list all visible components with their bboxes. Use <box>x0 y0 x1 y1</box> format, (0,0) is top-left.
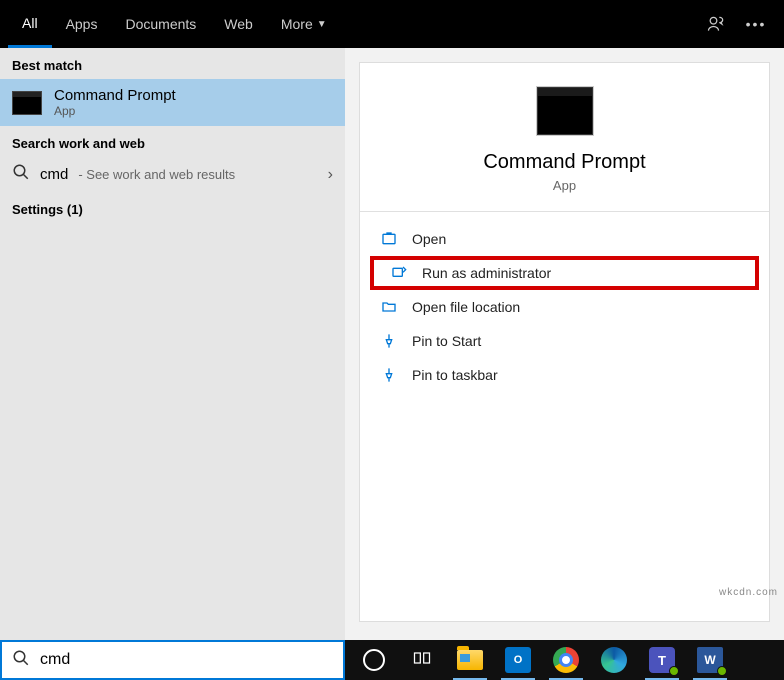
folder-icon <box>457 650 483 670</box>
command-prompt-icon <box>12 91 42 115</box>
folder-icon <box>380 298 398 316</box>
best-match-label: Best match <box>0 48 345 79</box>
feedback-icon[interactable] <box>696 0 736 48</box>
open-icon <box>380 230 398 248</box>
result-command-prompt[interactable]: Command Prompt App <box>0 79 345 126</box>
action-open-file-location[interactable]: Open file location <box>360 290 769 324</box>
action-pin-to-taskbar[interactable]: Pin to taskbar <box>360 358 769 392</box>
ellipsis-icon: ••• <box>746 16 767 32</box>
search-icon <box>12 163 30 186</box>
taskbar: O T W <box>345 640 784 680</box>
results-panel: Best match Command Prompt App Search wor… <box>0 48 345 640</box>
query-text: cmd <box>40 166 68 183</box>
task-view-button[interactable] <box>399 640 445 680</box>
edge-icon <box>601 647 627 673</box>
chrome-button[interactable] <box>543 640 589 680</box>
chrome-icon <box>553 647 579 673</box>
result-subtitle: App <box>54 104 176 118</box>
teams-button[interactable]: T <box>639 640 685 680</box>
action-run-as-administrator[interactable]: Run as administrator <box>370 256 759 290</box>
action-pin-taskbar-label: Pin to taskbar <box>412 367 498 383</box>
edge-button[interactable] <box>591 640 637 680</box>
tab-all[interactable]: All <box>8 0 52 48</box>
tab-more-label: More <box>281 16 313 32</box>
command-prompt-icon <box>537 87 593 135</box>
preview-title: Command Prompt <box>483 151 645 174</box>
action-pin-start-label: Pin to Start <box>412 333 481 349</box>
pin-icon <box>380 332 398 350</box>
search-tabs: All Apps Documents Web More ▼ ••• <box>0 0 784 48</box>
status-badge <box>669 666 679 676</box>
search-bar <box>0 640 345 680</box>
cortana-icon <box>363 649 385 671</box>
chevron-down-icon: ▼ <box>317 19 327 30</box>
outlook-button[interactable]: O <box>495 640 541 680</box>
search-input-wrapper[interactable] <box>0 640 345 680</box>
status-badge <box>717 666 727 676</box>
search-web-row[interactable]: cmd - See work and web results › <box>0 157 345 192</box>
search-input[interactable] <box>40 651 333 669</box>
preview-kind: App <box>553 178 576 193</box>
tab-web[interactable]: Web <box>210 0 267 48</box>
search-icon <box>12 649 30 672</box>
tab-apps[interactable]: Apps <box>52 0 112 48</box>
task-view-icon <box>412 648 432 673</box>
shield-icon <box>390 264 408 282</box>
word-button[interactable]: W <box>687 640 733 680</box>
action-run-admin-label: Run as administrator <box>422 265 551 281</box>
preview-panel: Command Prompt App Open Run as administr… <box>345 48 784 640</box>
cortana-button[interactable] <box>351 640 397 680</box>
action-open[interactable]: Open <box>360 222 769 256</box>
tab-more[interactable]: More ▼ <box>267 0 341 48</box>
watermark: wkcdn.com <box>719 587 778 598</box>
outlook-icon: O <box>505 647 531 673</box>
chevron-right-icon: › <box>328 166 333 184</box>
settings-label: Settings (1) <box>0 192 345 223</box>
action-pin-to-start[interactable]: Pin to Start <box>360 324 769 358</box>
pin-icon <box>380 366 398 384</box>
query-hint: - See work and web results <box>78 167 235 182</box>
more-options-icon[interactable]: ••• <box>736 0 776 48</box>
action-open-label: Open <box>412 231 446 247</box>
action-open-loc-label: Open file location <box>412 299 520 315</box>
result-title: Command Prompt <box>54 87 176 104</box>
search-web-label: Search work and web <box>0 126 345 157</box>
file-explorer-button[interactable] <box>447 640 493 680</box>
tab-documents[interactable]: Documents <box>111 0 210 48</box>
